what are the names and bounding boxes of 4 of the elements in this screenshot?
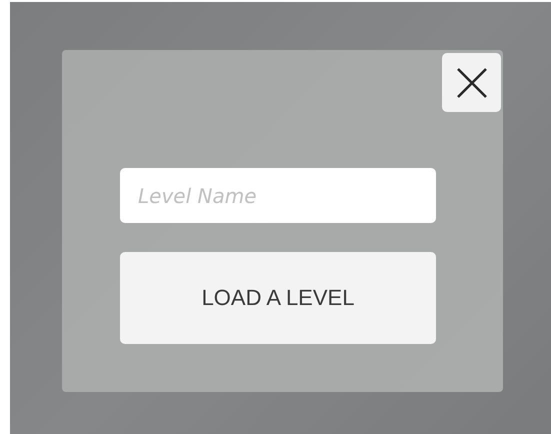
level-name-field[interactable]: Level Name	[120, 168, 436, 223]
load-level-button[interactable]: LOAD A LEVEL	[120, 252, 436, 344]
close-button[interactable]	[442, 53, 501, 112]
close-icon	[454, 66, 488, 100]
